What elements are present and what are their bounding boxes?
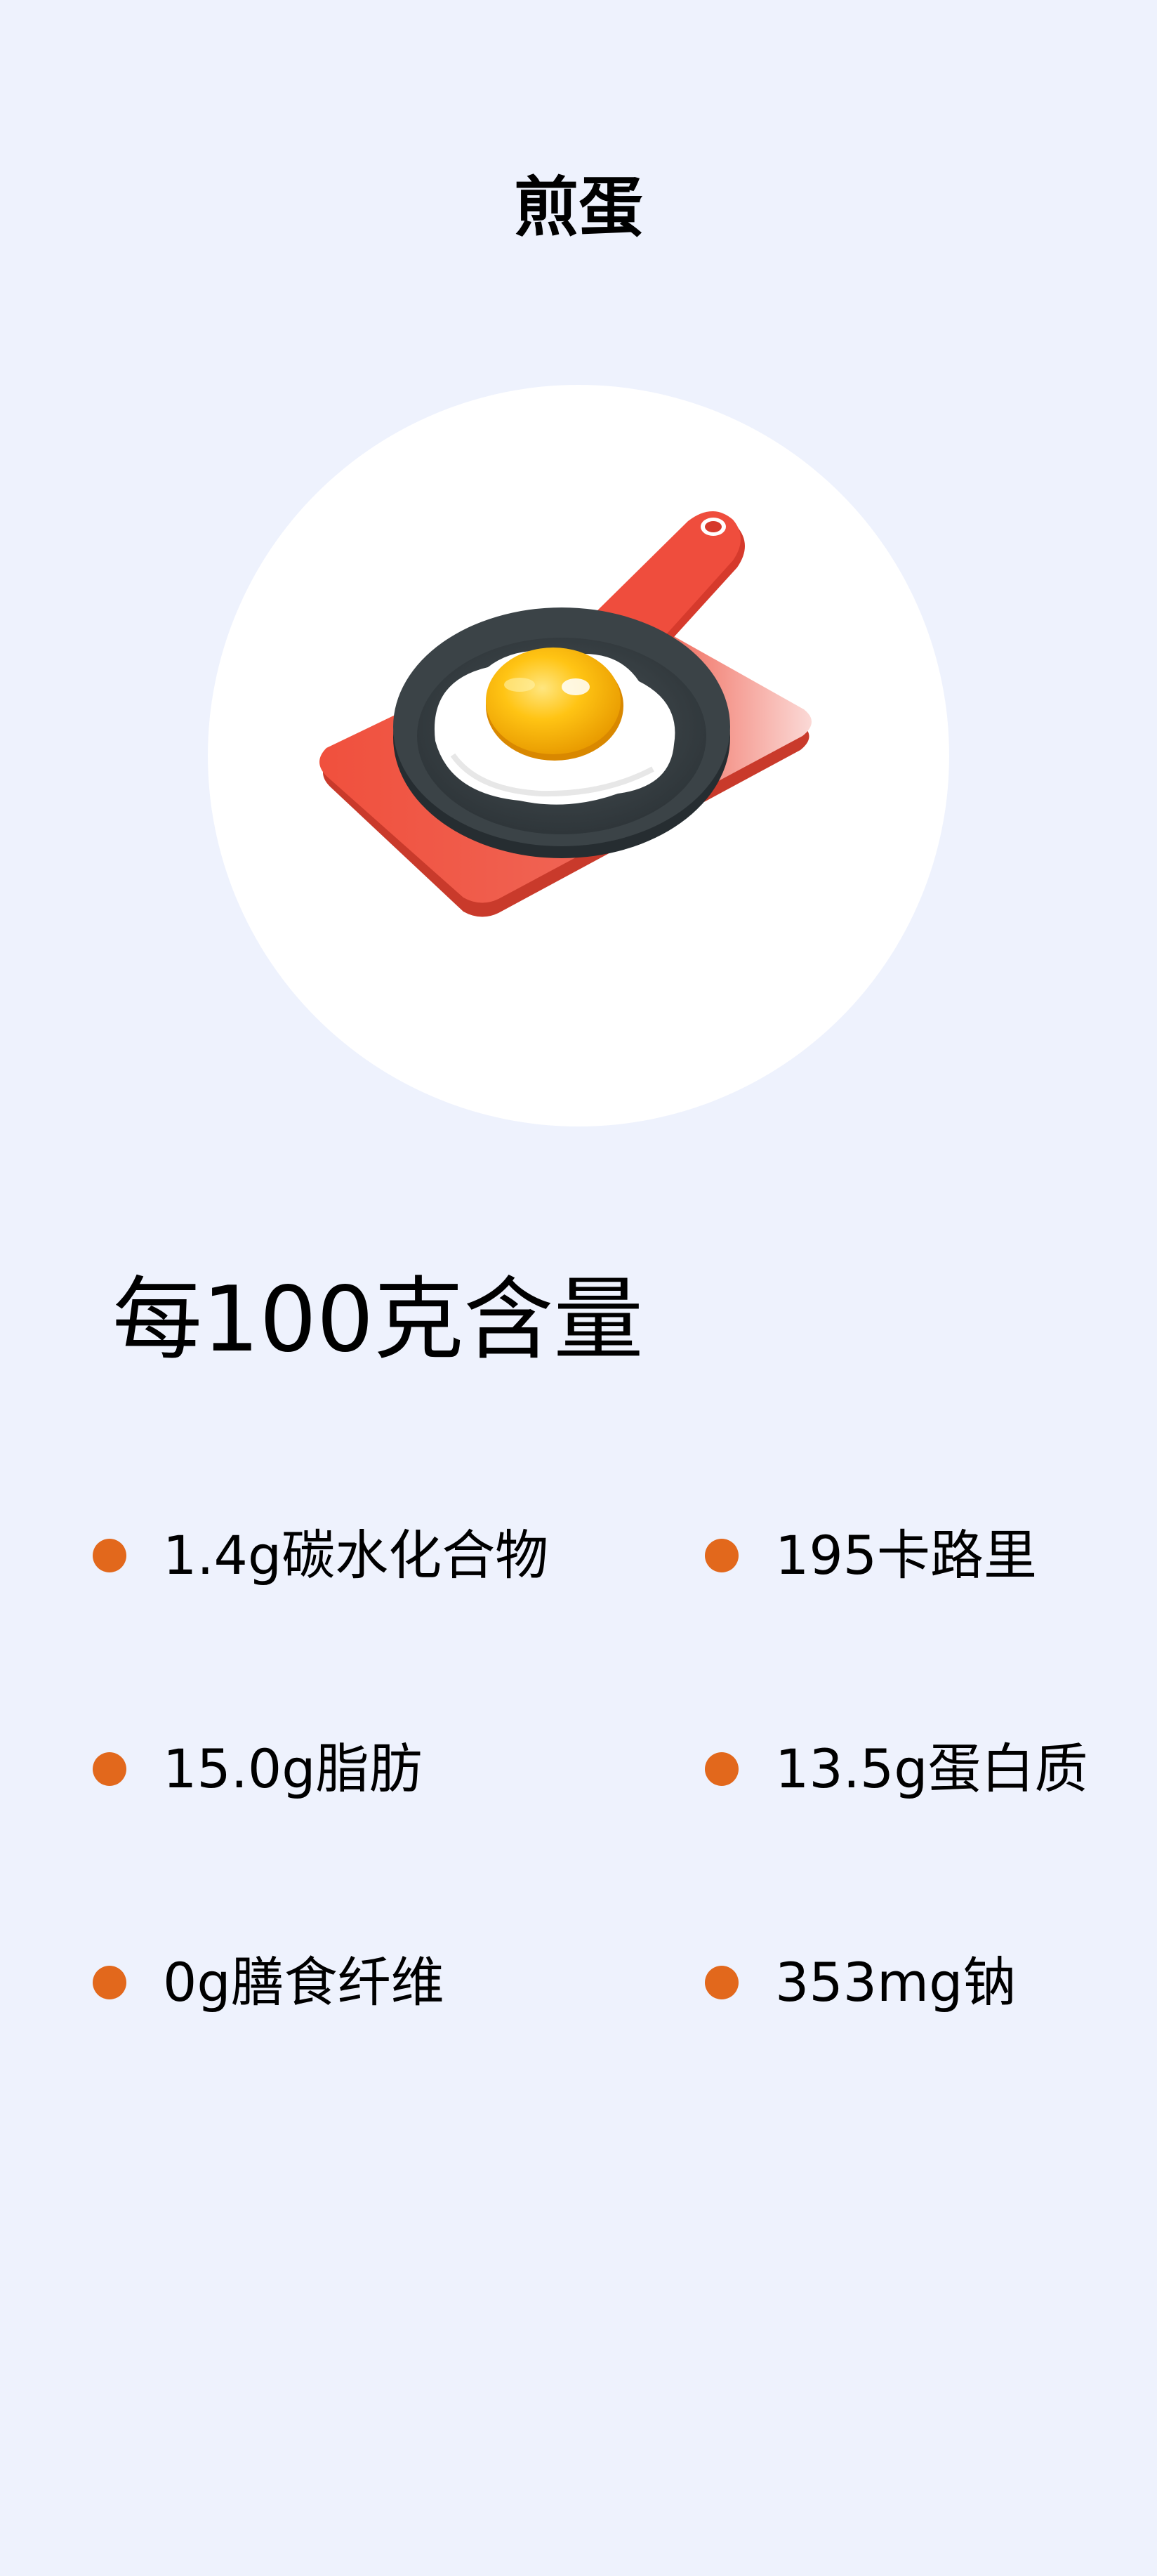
nutrient-fat: 15.0g脂肪 — [93, 1730, 422, 1808]
page-title: 煎蛋 — [513, 170, 643, 245]
bullet-dot — [93, 1966, 126, 1999]
nutrient-sodium: 353mg钠 — [705, 1944, 1016, 2021]
nutrient-label: 13.5g蛋白质 — [775, 1737, 1088, 1800]
nutrient-label: 353mg钠 — [775, 1951, 1017, 2013]
nutrient-protein: 13.5g蛋白质 — [705, 1730, 1087, 1808]
nutrient-label: 195卡路里 — [775, 1524, 1038, 1586]
bullet-dot — [93, 1752, 126, 1786]
bullet-dot — [705, 1966, 739, 1999]
nutrient-calories: 195卡路里 — [705, 1517, 1037, 1594]
nutrient-label: 15.0g脂肪 — [163, 1737, 423, 1800]
nutrient-label: 1.4g碳水化合物 — [163, 1524, 549, 1586]
bullet-dot — [705, 1752, 739, 1786]
nutrient-label: 0g膳食纤维 — [163, 1951, 444, 2013]
nutrition-heading: 每100克含量 — [112, 1268, 644, 1372]
bullet-dot — [705, 1539, 739, 1572]
nutrient-fiber: 0g膳食纤维 — [93, 1944, 444, 2021]
nutrient-carbohydrates: 1.4g碳水化合物 — [93, 1517, 548, 1594]
fried-egg-in-pan-icon — [319, 511, 812, 917]
bullet-dot — [93, 1539, 126, 1572]
